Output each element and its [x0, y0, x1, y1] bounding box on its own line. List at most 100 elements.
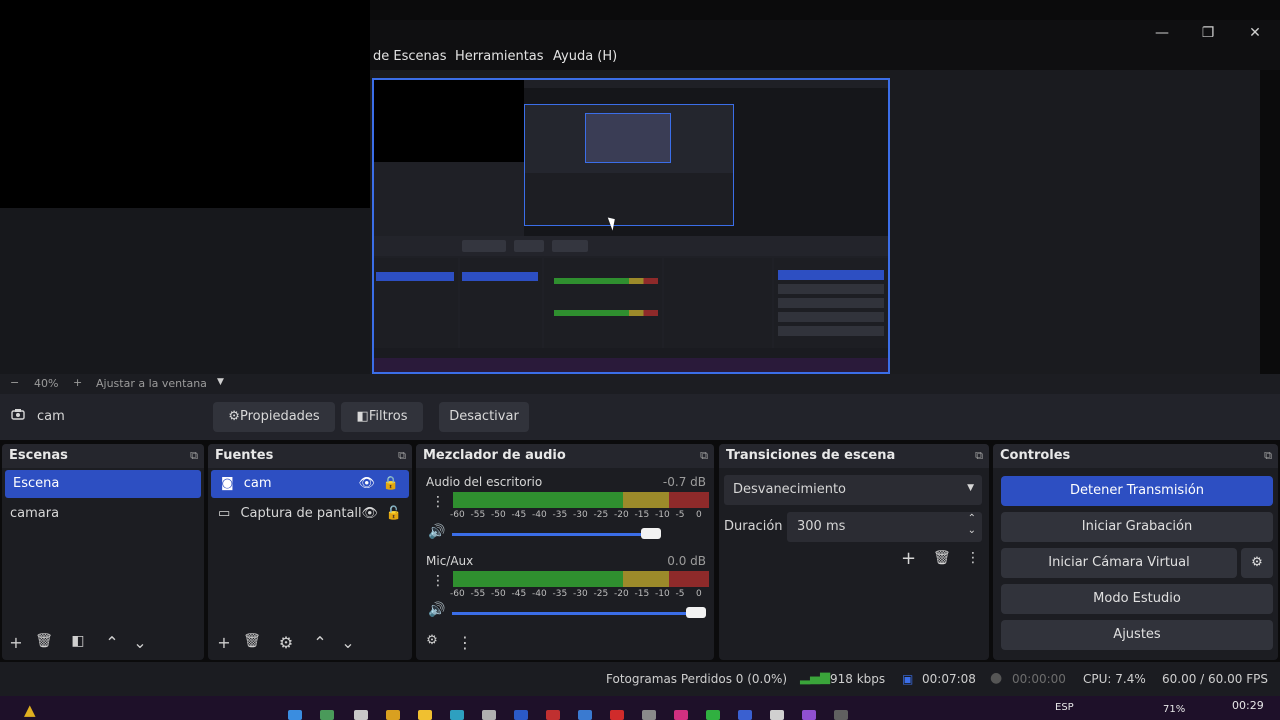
app-icon[interactable]: [578, 710, 592, 720]
app-icon[interactable]: [482, 710, 496, 720]
warning-icon[interactable]: ▲: [24, 701, 36, 719]
chevron-up-icon[interactable]: ⌃: [309, 633, 331, 652]
chevron-up-icon[interactable]: ⌃: [968, 513, 976, 524]
source-item[interactable]: ◙ cam 🔒 👁: [211, 470, 409, 498]
add-icon[interactable]: +: [213, 633, 235, 652]
kebab-icon[interactable]: ⋮: [431, 494, 445, 510]
instagram-icon[interactable]: [674, 710, 688, 720]
search-icon[interactable]: [320, 710, 334, 720]
scene-item[interactable]: Escena: [5, 470, 201, 498]
app-icon[interactable]: [642, 710, 656, 720]
app-icon[interactable]: [610, 710, 624, 720]
menu-help[interactable]: Ayuda (H): [553, 49, 617, 64]
chevron-down-icon[interactable]: ⌄: [337, 633, 359, 652]
restore-button[interactable]: ❐: [1196, 22, 1220, 44]
scene-item[interactable]: camara: [2, 500, 204, 528]
nested-btn: [462, 240, 506, 252]
bitrate: 918 kbps: [830, 672, 886, 686]
folder-icon[interactable]: [418, 710, 432, 720]
duration-input[interactable]: 300 ms ⌃ ⌄: [787, 512, 982, 542]
duration-label: Duración: [724, 519, 783, 534]
add-icon[interactable]: +: [5, 633, 27, 652]
transition-select[interactable]: Desvanecimiento ▼: [724, 475, 982, 505]
obs-icon[interactable]: [834, 710, 848, 720]
chevron-up-icon[interactable]: ⌃: [101, 633, 123, 652]
kebab-icon[interactable]: ⋮: [966, 550, 980, 566]
minimize-button[interactable]: —: [1150, 22, 1174, 44]
volume-slider-knob[interactable]: [686, 607, 706, 618]
lock-icon[interactable]: 🔒: [383, 470, 399, 498]
gear-icon[interactable]: ⚙: [1241, 548, 1273, 578]
start-icon[interactable]: [288, 710, 302, 720]
zoom-out-button[interactable]: −: [10, 376, 19, 389]
scenes-title: Escenas: [9, 448, 68, 463]
source-item[interactable]: ▭ Captura de pantall 🔓 👁: [208, 500, 412, 528]
chevron-down-icon[interactable]: ⌄: [129, 633, 151, 652]
speaker-icon[interactable]: 🔊: [428, 524, 445, 540]
mixer-toolbar: ⚙ ⋮: [416, 628, 714, 660]
stream-time: 00:07:08: [922, 672, 976, 686]
gear-icon[interactable]: ⚙: [275, 633, 297, 652]
controls-dock: Controles ⧉ Detener Transmisión Iniciar G…: [993, 444, 1278, 660]
virtual-camera-button[interactable]: Iniciar Cámara Virtual: [1001, 548, 1237, 578]
language-indicator[interactable]: ESP: [1055, 702, 1074, 713]
zoom-in-button[interactable]: +: [73, 376, 82, 389]
studio-mode-button[interactable]: Modo Estudio: [1001, 584, 1273, 614]
preview-source-frame[interactable]: [372, 78, 890, 374]
settings-button[interactable]: Ajustes: [1001, 620, 1273, 650]
controls-title: Controles: [1000, 448, 1071, 463]
trash-icon[interactable]: 🗑: [241, 633, 263, 649]
kebab-icon[interactable]: ⋮: [431, 573, 445, 589]
eye-icon[interactable]: 👁: [361, 500, 378, 528]
undock-icon[interactable]: ⧉: [700, 444, 708, 468]
whatsapp-icon[interactable]: [706, 710, 720, 720]
app-icon[interactable]: [354, 710, 368, 720]
close-button[interactable]: ✕: [1243, 22, 1267, 44]
deactivate-button[interactable]: Desactivar: [439, 402, 529, 432]
undock-icon[interactable]: ⧉: [975, 444, 983, 468]
undock-icon[interactable]: ⧉: [1264, 444, 1272, 468]
eye-icon[interactable]: 👁: [358, 470, 375, 498]
filter-icon[interactable]: ◧: [67, 633, 89, 649]
tick-label: -30: [573, 589, 588, 599]
tick-label: -15: [634, 510, 650, 520]
gear-icon: ⚙: [228, 409, 240, 424]
nested-mixer: [544, 258, 662, 348]
stream-icon: ▣: [902, 672, 914, 686]
trash-icon[interactable]: 🗑: [933, 550, 951, 566]
gear-icon[interactable]: ⚙: [421, 633, 443, 648]
kebab-icon[interactable]: ⋮: [454, 633, 476, 652]
app-icon[interactable]: [546, 710, 560, 720]
tick-label: -15: [634, 589, 650, 599]
folder-icon[interactable]: [386, 710, 400, 720]
filters-button[interactable]: ◧Filtros: [341, 402, 423, 432]
add-icon[interactable]: +: [901, 548, 916, 569]
monitor-icon: ▭: [218, 506, 231, 521]
trash-icon[interactable]: 🗑: [33, 633, 55, 649]
menu-tools[interactable]: Herramientas: [455, 49, 544, 64]
chevron-down-icon[interactable]: ▼: [217, 377, 224, 387]
undock-icon[interactable]: ⧉: [190, 444, 198, 468]
desktop-background: [0, 0, 370, 208]
unlock-icon[interactable]: 🔓: [386, 500, 402, 528]
x-icon[interactable]: [770, 710, 784, 720]
cpu-usage: CPU: 7.4%: [1083, 672, 1146, 686]
start-recording-button[interactable]: Iniciar Grabación: [1001, 512, 1273, 542]
nested-sources: [460, 258, 542, 348]
volume-slider-knob[interactable]: [641, 528, 661, 539]
chevron-down-icon[interactable]: ⌄: [968, 525, 976, 536]
speaker-icon[interactable]: 🔊: [428, 602, 445, 618]
undock-icon[interactable]: ⧉: [398, 444, 406, 468]
stop-streaming-button[interactable]: Detener Transmisión: [1001, 476, 1273, 506]
zoom-fit-label[interactable]: Ajustar a la ventana: [96, 377, 207, 390]
nested-statusbar: [374, 348, 888, 358]
menu-scene-collection[interactable]: de Escenas: [373, 49, 447, 64]
volume-slider-track[interactable]: [452, 612, 702, 615]
volume-slider-track[interactable]: [452, 533, 657, 536]
facebook-icon[interactable]: [738, 710, 752, 720]
properties-button[interactable]: ⚙Propiedades: [213, 402, 335, 432]
nested-preview-inner: [585, 113, 671, 163]
browser-icon[interactable]: [450, 710, 464, 720]
word-icon[interactable]: [514, 710, 528, 720]
app-icon[interactable]: [802, 710, 816, 720]
